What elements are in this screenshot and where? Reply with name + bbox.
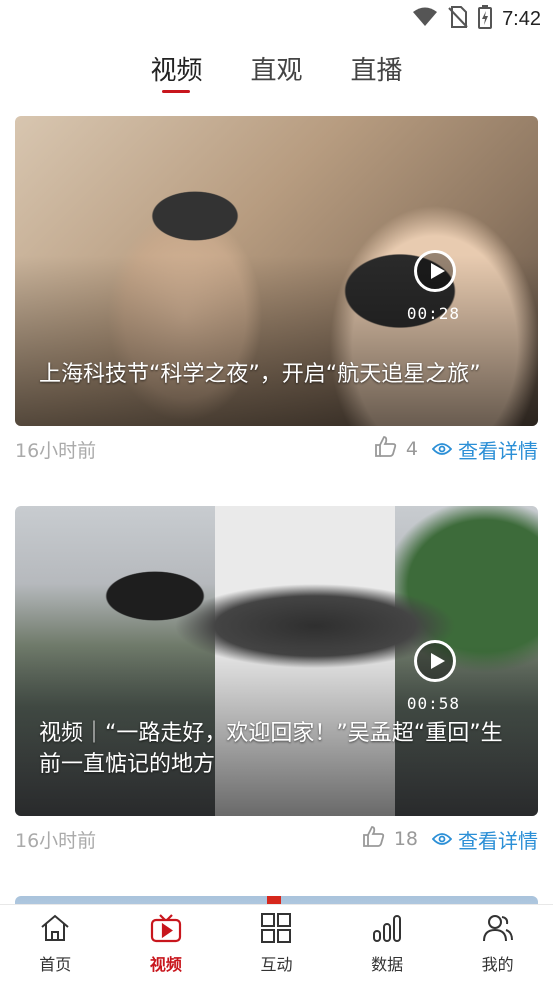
play-icon[interactable] <box>414 640 456 682</box>
bar-chart-icon <box>371 913 403 947</box>
status-bar: 7:42 <box>0 0 553 38</box>
top-tabs: 视频 直观 直播 <box>0 40 553 100</box>
tab-video[interactable]: 视频 <box>150 40 202 100</box>
grid-icon <box>260 913 292 947</box>
nav-me-label: 我的 <box>481 955 514 974</box>
nav-video-label: 视频 <box>149 955 182 974</box>
tv-icon <box>150 913 182 947</box>
like-count: 18 <box>393 828 418 850</box>
like-button[interactable]: 18 <box>362 825 418 854</box>
eye-icon <box>431 437 453 461</box>
user-icon <box>482 913 514 947</box>
video-feed: 00:28 上海科技节“科学之夜”，开启“航天追星之旅” 16小时前 4 查看详… <box>15 116 538 946</box>
nav-home-label: 首页 <box>39 955 72 974</box>
video-title: 上海科技节“科学之夜”，开启“航天追星之旅” <box>39 362 481 387</box>
eye-icon <box>431 827 453 851</box>
status-time: 7:42 <box>502 7 541 30</box>
thumbs-up-icon <box>362 825 386 854</box>
video-meta: 16小时前 18 查看详情 <box>15 816 538 862</box>
view-details-link[interactable]: 查看详情 <box>431 435 538 464</box>
publish-time: 16小时前 <box>15 439 97 462</box>
nav-video[interactable]: 视频 <box>111 905 222 983</box>
video-thumbnail[interactable]: 00:28 上海科技节“科学之夜”，开启“航天追星之旅” <box>15 116 538 426</box>
nav-home[interactable]: 首页 <box>0 905 111 983</box>
nav-interact[interactable]: 互动 <box>221 905 332 983</box>
publish-time: 16小时前 <box>15 829 97 852</box>
video-meta: 16小时前 4 查看详情 <box>15 426 538 472</box>
wifi-icon <box>412 7 438 31</box>
video-card: 00:28 上海科技节“科学之夜”，开启“航天追星之旅” 16小时前 4 查看详… <box>15 116 538 472</box>
no-sim-icon <box>448 6 468 32</box>
tab-intuitive[interactable]: 直观 <box>250 40 302 100</box>
nav-data-label: 数据 <box>371 955 404 974</box>
like-count: 4 <box>405 438 418 460</box>
tab-live[interactable]: 直播 <box>351 40 403 100</box>
like-button[interactable]: 4 <box>374 435 418 464</box>
view-details-label: 查看详情 <box>458 828 538 853</box>
view-details-label: 查看详情 <box>458 438 538 463</box>
play-icon[interactable] <box>414 250 456 292</box>
battery-charging-icon <box>478 5 493 33</box>
video-card: 00:58 视频｜“一路走好，欢迎回家！”吴孟超“重回”生前一直惦记的地方 16… <box>15 506 538 862</box>
nav-data[interactable]: 数据 <box>332 905 443 983</box>
view-details-link[interactable]: 查看详情 <box>431 825 538 854</box>
nav-interact-label: 互动 <box>260 955 293 974</box>
thumbs-up-icon <box>374 435 398 464</box>
bottom-nav: 首页 视频 互动 数据 我的 <box>0 904 553 983</box>
video-thumbnail[interactable]: 00:58 视频｜“一路走好，欢迎回家！”吴孟超“重回”生前一直惦记的地方 <box>15 506 538 816</box>
home-icon <box>39 913 71 947</box>
video-title: 视频｜“一路走好，欢迎回家！”吴孟超“重回”生前一直惦记的地方 <box>39 721 503 777</box>
video-duration: 00:28 <box>406 304 460 323</box>
nav-me[interactable]: 我的 <box>442 905 553 983</box>
video-duration: 00:58 <box>406 694 460 713</box>
